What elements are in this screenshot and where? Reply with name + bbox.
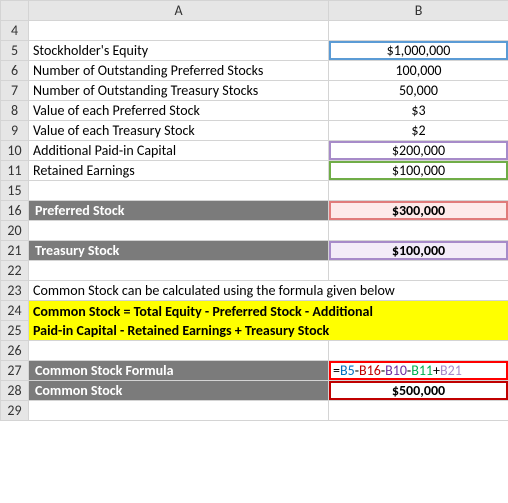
cell-A24[interactable]: Common Stock = Total Equity - Preferred … xyxy=(29,301,508,321)
cell-A16[interactable]: Preferred Stock xyxy=(29,201,329,221)
column-header-row: A B xyxy=(1,1,508,21)
cell-A6[interactable]: Number of Outstanding Preferred Stocks xyxy=(29,61,329,81)
select-all-corner[interactable] xyxy=(1,1,29,21)
cell-A15[interactable] xyxy=(29,181,329,201)
col-header-B[interactable]: B xyxy=(329,1,508,21)
cell-A7[interactable]: Number of Outstanding Treasury Stocks xyxy=(29,81,329,101)
row-10: 10 Additional Paid-in Capital $200,000 xyxy=(1,141,508,161)
cell-B11[interactable]: $100,000 xyxy=(329,161,508,181)
cell-B15[interactable] xyxy=(329,181,508,201)
cell-B26[interactable] xyxy=(329,341,508,361)
row-15: 15 xyxy=(1,181,508,201)
cell-A21[interactable]: Treasury Stock xyxy=(29,241,329,261)
spreadsheet-grid[interactable]: A B 4 5 Stockholder's Equity $1,000,000 … xyxy=(0,0,508,421)
row-header[interactable]: 27 xyxy=(1,361,29,381)
row-header[interactable]: 28 xyxy=(1,381,29,401)
row-28: 28 Common Stock $500,000 xyxy=(1,381,508,401)
row-26: 26 xyxy=(1,341,508,361)
cell-A22[interactable] xyxy=(29,261,329,281)
row-16: 16 Preferred Stock $300,000 xyxy=(1,201,508,221)
cell-B7[interactable]: 50,000 xyxy=(329,81,508,101)
cell-A27[interactable]: Common Stock Formula xyxy=(29,361,329,381)
cell-B4[interactable] xyxy=(329,21,508,41)
row-header[interactable]: 8 xyxy=(1,101,29,121)
formula-eq: = xyxy=(333,362,340,379)
formula-ref-B16: B16 xyxy=(359,362,381,379)
row-21: 21 Treasury Stock $100,000 xyxy=(1,241,508,261)
cell-B8[interactable]: $3 xyxy=(329,101,508,121)
row-header[interactable]: 7 xyxy=(1,81,29,101)
row-header[interactable]: 29 xyxy=(1,401,29,421)
row-6: 6 Number of Outstanding Preferred Stocks… xyxy=(1,61,508,81)
row-header[interactable]: 23 xyxy=(1,281,29,301)
row-8: 8 Value of each Preferred Stock $3 xyxy=(1,101,508,121)
row-header[interactable]: 25 xyxy=(1,321,29,341)
row-9: 9 Value of each Treasury Stock $2 xyxy=(1,121,508,141)
cell-B28[interactable]: $500,000 xyxy=(329,381,508,401)
cell-A5[interactable]: Stockholder's Equity xyxy=(29,41,329,61)
row-5: 5 Stockholder's Equity $1,000,000 xyxy=(1,41,508,61)
cell-A25[interactable]: Paid-in Capital - Retained Earnings + Tr… xyxy=(29,321,508,341)
cell-A20[interactable] xyxy=(29,221,329,241)
col-header-A[interactable]: A xyxy=(29,1,329,21)
row-header[interactable]: 20 xyxy=(1,221,29,241)
cell-A8[interactable]: Value of each Preferred Stock xyxy=(29,101,329,121)
cell-B5[interactable]: $1,000,000 xyxy=(329,41,508,61)
row-4: 4 xyxy=(1,21,508,41)
row-header[interactable]: 9 xyxy=(1,121,29,141)
cell-A10[interactable]: Additional Paid-in Capital xyxy=(29,141,329,161)
row-header[interactable]: 24 xyxy=(1,301,29,321)
row-header[interactable]: 6 xyxy=(1,61,29,81)
row-7: 7 Number of Outstanding Treasury Stocks … xyxy=(1,81,508,101)
row-header[interactable]: 15 xyxy=(1,181,29,201)
cell-B22[interactable] xyxy=(329,261,508,281)
row-23: 23 Common Stock can be calculated using … xyxy=(1,281,508,301)
row-29: 29 xyxy=(1,401,508,421)
row-22: 22 xyxy=(1,261,508,281)
row-header[interactable]: 26 xyxy=(1,341,29,361)
cell-A29[interactable] xyxy=(29,401,329,421)
cell-B9[interactable]: $2 xyxy=(329,121,508,141)
cell-B27-formula[interactable]: =B5-B16-B10-B11+B21 xyxy=(329,361,508,381)
row-header[interactable]: 5 xyxy=(1,41,29,61)
row-header[interactable]: 4 xyxy=(1,21,29,41)
cell-B20[interactable] xyxy=(329,221,508,241)
cell-B10[interactable]: $200,000 xyxy=(329,141,508,161)
row-27: 27 Common Stock Formula =B5-B16-B10-B11+… xyxy=(1,361,508,381)
row-header[interactable]: 16 xyxy=(1,201,29,221)
cell-B16[interactable]: $300,000 xyxy=(329,201,508,221)
row-11: 11 Retained Earnings $100,000 xyxy=(1,161,508,181)
formula-op: + xyxy=(433,362,440,379)
row-24: 24 Common Stock = Total Equity - Preferr… xyxy=(1,301,508,321)
row-header[interactable]: 11 xyxy=(1,161,29,181)
row-header[interactable]: 22 xyxy=(1,261,29,281)
cell-B21[interactable]: $100,000 xyxy=(329,241,508,261)
cell-A9[interactable]: Value of each Treasury Stock xyxy=(29,121,329,141)
cell-A23[interactable]: Common Stock can be calculated using the… xyxy=(29,281,508,301)
formula-ref-B11: B11 xyxy=(411,362,433,379)
row-header[interactable]: 21 xyxy=(1,241,29,261)
cell-A4[interactable] xyxy=(29,21,329,41)
cell-A11[interactable]: Retained Earnings xyxy=(29,161,329,181)
cell-A28[interactable]: Common Stock xyxy=(29,381,329,401)
formula-ref-B10: B10 xyxy=(385,362,407,379)
row-header[interactable]: 10 xyxy=(1,141,29,161)
row-25: 25 Paid-in Capital - Retained Earnings +… xyxy=(1,321,508,341)
formula-ref-B21: B21 xyxy=(440,362,462,379)
formula-ref-B5: B5 xyxy=(340,362,355,379)
row-20: 20 xyxy=(1,221,508,241)
cell-B29[interactable] xyxy=(329,401,508,421)
cell-A26[interactable] xyxy=(29,341,329,361)
cell-B6[interactable]: 100,000 xyxy=(329,61,508,81)
